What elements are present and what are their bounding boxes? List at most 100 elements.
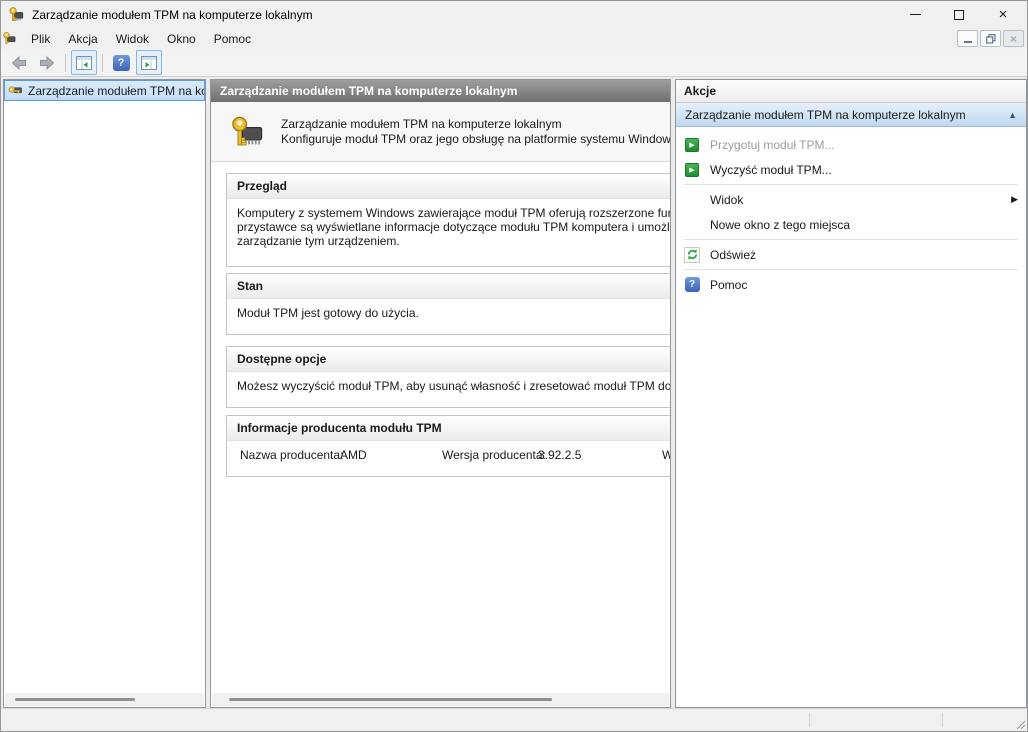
- menu-okno[interactable]: Okno: [158, 30, 205, 48]
- tpm-key-chip-icon: [8, 83, 23, 98]
- section-producent-tpm: Informacje producenta modułu TPM Nazwa p…: [226, 415, 670, 477]
- tpm-key-chip-icon: [8, 6, 25, 23]
- action-label: Nowe okno z tego miejsca: [710, 217, 851, 232]
- toolbar-separator: [65, 53, 66, 72]
- green-arrow-icon: ▶: [684, 162, 700, 178]
- maximize-icon: [954, 9, 964, 20]
- banner-subtitle: Konfiguruje moduł TPM oraz jego obsługę …: [281, 131, 671, 146]
- results-scrollbar-thumb[interactable]: [229, 698, 552, 701]
- close-button[interactable]: ×: [981, 1, 1025, 28]
- minimize-button[interactable]: [893, 1, 937, 28]
- action-wyczysc-tpm[interactable]: ▶ Wyczyść moduł TPM...: [676, 157, 1026, 182]
- action-label: Wyczyść moduł TPM...: [710, 162, 832, 177]
- action-odswiez[interactable]: Odśwież: [676, 242, 1026, 267]
- child-minimize-button[interactable]: [957, 30, 978, 47]
- menu-akcja[interactable]: Akcja: [59, 30, 106, 48]
- actions-group-title: Zarządzanie modułem TPM na komputerze lo…: [685, 107, 966, 122]
- mmc-window: Zarządzanie modułem TPM na komputerze lo…: [0, 0, 1028, 732]
- tpm-key-chip-icon-large: [229, 114, 265, 150]
- close-icon: ×: [998, 6, 1008, 23]
- forward-button[interactable]: [34, 50, 60, 75]
- actions-pane: Akcje Zarządzanie modułem TPM na kompute…: [675, 79, 1027, 708]
- action-label: Widok: [710, 192, 744, 207]
- results-pane: Zarządzanie modułem TPM na komputerze lo…: [210, 79, 671, 708]
- section-title: Dostępne opcje: [227, 347, 670, 372]
- tree-item-label: Zarządzanie modułem TPM na komputerze lo…: [28, 83, 204, 98]
- section-dostepne-opcje: Dostępne opcje Możesz wyczyścić moduł TP…: [226, 346, 671, 408]
- statusbar-divider: [809, 713, 810, 727]
- section-przeglad: Przegląd Komputery z systemem Windows za…: [226, 173, 670, 267]
- producer-fields-row: Nazwa producenta: AMD Wersja producenta:…: [237, 448, 670, 462]
- section-title: Informacje producenta modułu TPM: [227, 416, 670, 441]
- actions-pane-title: Akcje: [676, 80, 1026, 103]
- toolbar: ?: [1, 49, 1027, 77]
- actions-separator: [684, 269, 1018, 270]
- maximize-button[interactable]: [937, 1, 981, 28]
- child-restore-button[interactable]: [980, 30, 1001, 47]
- help-icon: ?: [684, 277, 700, 293]
- back-arrow-icon: [11, 55, 26, 70]
- tree-horizontal-scrollbar[interactable]: [5, 693, 204, 706]
- action-przygotuj-tpm[interactable]: ▶ Przygotuj moduł TPM...: [676, 132, 1026, 157]
- section-title: Przegląd: [227, 174, 670, 199]
- green-arrow-icon: ▶: [684, 137, 700, 153]
- menu-plik[interactable]: Plik: [22, 30, 59, 48]
- banner-text: Zarządzanie modułem TPM na komputerze lo…: [281, 116, 671, 147]
- section-body: Moduł TPM jest gotowy do użycia.: [227, 299, 670, 334]
- window-controls: ×: [893, 1, 1025, 28]
- menu-pomoc[interactable]: Pomoc: [205, 30, 260, 48]
- action-label: Przygotuj moduł TPM...: [710, 137, 835, 152]
- section-stan: Stan Moduł TPM jest gotowy do użycia.: [226, 273, 670, 335]
- results-horizontal-scrollbar[interactable]: [212, 693, 669, 706]
- tree-scrollbar-thumb[interactable]: [15, 698, 135, 701]
- minimize-icon: [909, 14, 921, 15]
- action-label: Odśwież: [710, 247, 757, 262]
- submenu-arrow-icon: ▶: [1011, 194, 1018, 204]
- actions-list: ▶ Przygotuj moduł TPM... ▶ Wyczyść moduł…: [676, 127, 1026, 297]
- child-window-controls: ×: [957, 30, 1024, 47]
- child-window-key-icon: [2, 31, 17, 46]
- section-text-line: Moduł TPM jest gotowy do użycia.: [237, 306, 419, 320]
- section-text-line: zarządzanie tym urządzeniem.: [237, 234, 400, 248]
- action-pane-icon: [141, 55, 157, 70]
- resize-grip[interactable]: [1013, 717, 1026, 730]
- actions-separator: [684, 184, 1018, 185]
- section-text-line: przystawce są wyświetlane informacje dot…: [237, 220, 670, 234]
- results-pane-title: Zarządzanie modułem TPM na komputerze lo…: [211, 80, 670, 102]
- title-bar: Zarządzanie modułem TPM na komputerze lo…: [1, 1, 1027, 28]
- collapse-icon[interactable]: ▲: [1008, 110, 1017, 120]
- show-console-tree-button[interactable]: [71, 50, 97, 75]
- status-bar: [1, 708, 1027, 731]
- actions-separator: [684, 239, 1018, 240]
- forward-arrow-icon: [40, 55, 55, 70]
- child-minimize-icon: [963, 40, 972, 43]
- toolbar-separator: [102, 53, 103, 72]
- menu-widok[interactable]: Widok: [107, 30, 158, 48]
- console-tree-pane: Zarządzanie modułem TPM na komputerze lo…: [3, 79, 206, 708]
- producer-version-label: Wersja producenta:: [442, 448, 546, 462]
- actions-group-header[interactable]: Zarządzanie modułem TPM na komputerze lo…: [676, 103, 1026, 127]
- section-body: Komputery z systemem Windows zawierające…: [227, 199, 670, 266]
- tree-item-tpm-management[interactable]: Zarządzanie modułem TPM na komputerze lo…: [4, 80, 205, 101]
- menu-bar: Plik Akcja Widok Okno Pomoc ×: [1, 28, 1027, 49]
- section-title: Stan: [227, 274, 670, 299]
- action-pomoc[interactable]: ? Pomoc: [676, 272, 1026, 297]
- section-text-line: Możesz wyczyścić moduł TPM, aby usunąć w…: [237, 379, 671, 393]
- child-close-button[interactable]: ×: [1003, 30, 1024, 47]
- window-title: Zarządzanie modułem TPM na komputerze lo…: [32, 7, 313, 22]
- show-action-pane-button[interactable]: [136, 50, 162, 75]
- child-close-icon: ×: [1009, 31, 1017, 46]
- console-tree-icon: [76, 55, 92, 70]
- statusbar-divider: [942, 713, 943, 727]
- help-button[interactable]: ?: [108, 50, 134, 75]
- tpm-banner: Zarządzanie modułem TPM na komputerze lo…: [211, 102, 670, 162]
- child-restore-icon: [985, 33, 996, 44]
- section-body: Nazwa producenta: AMD Wersja producenta:…: [227, 441, 670, 476]
- action-nowe-okno[interactable]: Nowe okno z tego miejsca: [676, 212, 1026, 237]
- action-widok[interactable]: Widok ▶: [676, 187, 1026, 212]
- section-body: Możesz wyczyścić moduł TPM, aby usunąć w…: [227, 372, 671, 407]
- refresh-icon: [684, 246, 700, 263]
- back-button[interactable]: [6, 50, 32, 75]
- banner-title: Zarządzanie modułem TPM na komputerze lo…: [281, 116, 562, 131]
- producer-name-label: Nazwa producenta:: [240, 448, 344, 462]
